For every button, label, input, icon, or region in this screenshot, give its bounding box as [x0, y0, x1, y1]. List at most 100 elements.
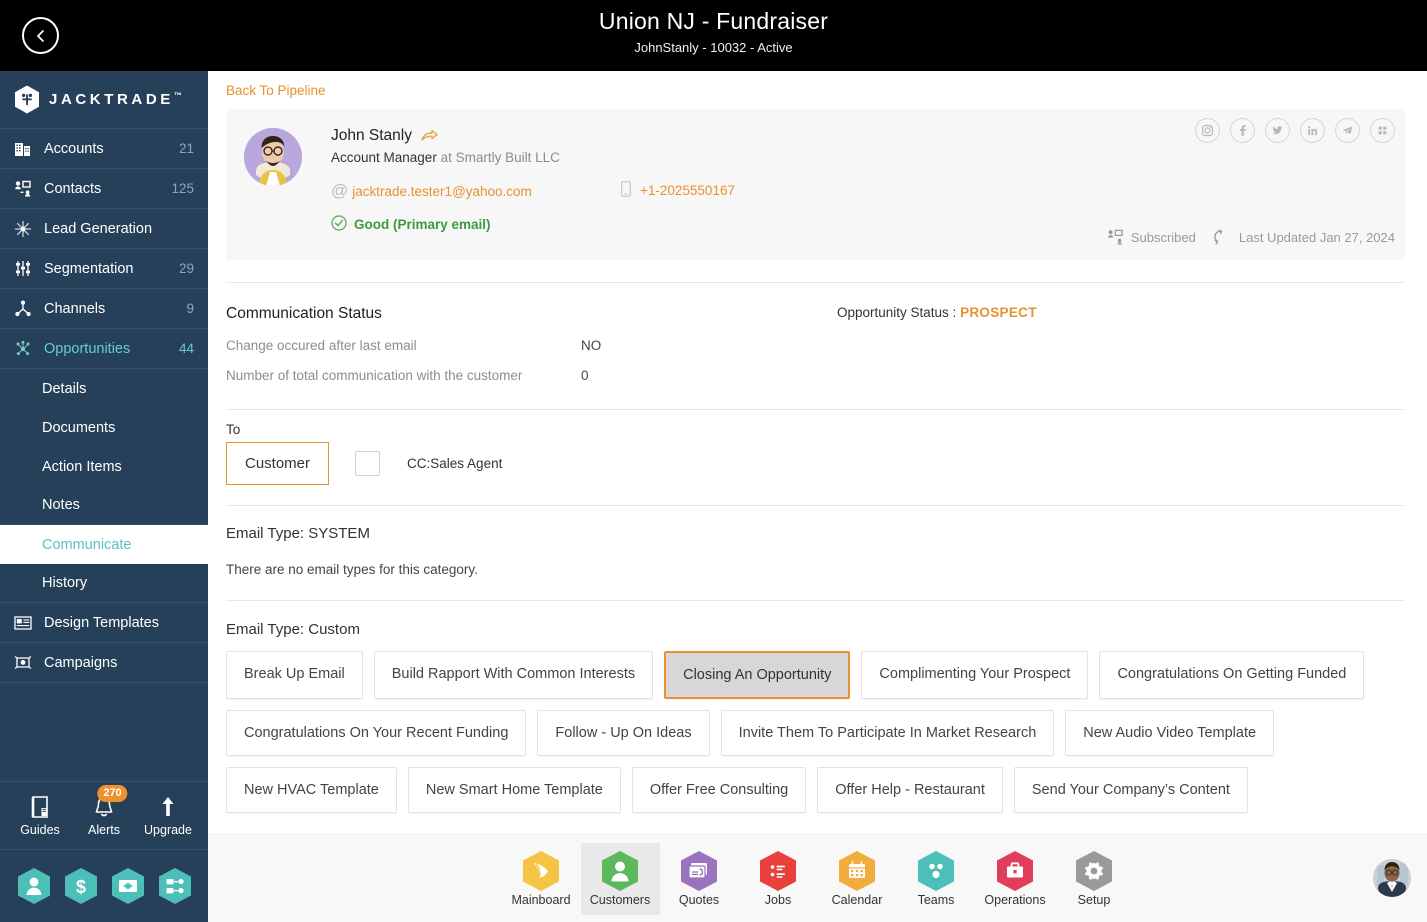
sidebar-item-campaigns[interactable]: Campaigns: [0, 643, 208, 683]
contact-email: jacktrade.tester1@yahoo.com: [352, 183, 532, 199]
facebook-icon[interactable]: [1230, 118, 1255, 143]
bottom-nav-teams[interactable]: Teams: [897, 843, 976, 915]
sidebar-subitem-history[interactable]: History: [0, 564, 208, 603]
template-button[interactable]: Invite Them To Participate In Market Res…: [720, 710, 1055, 756]
sidebar-utility-row: Guides 270 Alerts Upgrade: [0, 782, 208, 850]
cc-sales-agent-checkbox[interactable]: [355, 451, 381, 476]
sidebar-subitem-notes[interactable]: Notes: [0, 486, 208, 525]
template-button[interactable]: New Audio Video Template: [1065, 710, 1275, 756]
sidebar-subitem-label: Communicate: [42, 536, 132, 553]
template-button[interactable]: Complimenting Your Prospect: [861, 651, 1089, 699]
sidebar-subitem-label: Documents: [42, 419, 116, 436]
sidebar-item-count: 21: [178, 141, 194, 156]
template-button[interactable]: New HVAC Template: [226, 767, 397, 813]
contact-name: John Stanly: [331, 127, 412, 144]
template-button[interactable]: New Smart Home Template: [407, 767, 621, 813]
sidebar-quick-hex-row: $: [0, 850, 208, 922]
contact-avatar: [244, 128, 302, 186]
email-status-badge: Good (Primary email): [331, 215, 491, 234]
page-title: Union NJ - Fundraiser: [598, 8, 829, 34]
channels-icon: [12, 299, 34, 319]
divider-3: [226, 505, 1405, 506]
book-icon: [9, 794, 71, 820]
template-button[interactable]: Break Up Email: [226, 651, 363, 699]
dollar-hex-icon[interactable]: $: [64, 867, 98, 905]
template-button[interactable]: Offer Free Consulting: [631, 767, 807, 813]
sidebar-subitem-details[interactable]: Details: [0, 369, 208, 408]
template-button[interactable]: Congratulations On Getting Funded: [1099, 651, 1365, 699]
teams-icon: [917, 851, 955, 891]
to-row: Customer CC:Sales Agent: [226, 442, 1427, 485]
sidebar-item-lead-generation[interactable]: Lead Generation: [0, 209, 208, 249]
bottom-nav-customers[interactable]: Customers: [580, 843, 660, 915]
bottom-nav-label: Operations: [984, 893, 1046, 907]
person-hex-icon[interactable]: [17, 867, 51, 905]
linkedin-icon[interactable]: [1300, 118, 1325, 143]
divider-4: [226, 600, 1405, 601]
telegram-icon[interactable]: [1335, 118, 1360, 143]
sidebar-item-segmentation[interactable]: Segmentation 29: [0, 249, 208, 289]
instagram-icon[interactable]: [1195, 118, 1220, 143]
sidebar-item-label: Channels: [44, 300, 106, 317]
sidebar-item-contacts[interactable]: Contacts 125: [0, 169, 208, 209]
bottom-nav-operations[interactable]: Operations: [976, 843, 1055, 915]
contact-company: at Smartly Built LLC: [440, 150, 560, 165]
template-list: Break Up Email Build Rapport With Common…: [208, 651, 1427, 813]
sidebar-item-count: 9: [186, 301, 194, 316]
sidebar-item-accounts[interactable]: Accounts 21: [0, 129, 208, 169]
workflow-hex-icon[interactable]: [158, 867, 192, 905]
bottom-nav-quotes[interactable]: Quotes: [660, 843, 739, 915]
apps-grid-icon[interactable]: [1370, 118, 1395, 143]
sidebar-item-label: Accounts: [44, 140, 104, 157]
check-circle-icon: [331, 215, 347, 234]
alerts-button[interactable]: 270 Alerts: [73, 785, 135, 837]
contact-name-row: John Stanly: [331, 127, 439, 148]
upgrade-button[interactable]: Upgrade: [137, 794, 199, 837]
bottom-nav-jobs[interactable]: Jobs: [739, 843, 818, 915]
opportunities-icon: [12, 339, 34, 359]
template-button[interactable]: Offer Help - Restaurant: [817, 767, 1003, 813]
contact-email-row[interactable]: @ jacktrade.tester1@yahoo.com: [331, 181, 532, 201]
email-type-system-heading: Email Type: SYSTEM: [226, 525, 370, 542]
communication-row: Change occured after last email NO: [226, 338, 1427, 353]
back-to-pipeline-link[interactable]: Back To Pipeline: [208, 71, 1427, 106]
bottom-nav-mainboard[interactable]: Mainboard: [502, 843, 581, 915]
sidebar-item-label: Lead Generation: [44, 220, 153, 237]
opportunity-status-value: PROSPECT: [960, 305, 1037, 320]
sidebar-item-design-templates[interactable]: Design Templates: [0, 603, 208, 643]
sidebar-subitem-action-items[interactable]: Action Items: [0, 447, 208, 486]
share-arrow-icon[interactable]: [421, 129, 439, 148]
template-button[interactable]: Follow - Up On Ideas: [537, 710, 710, 756]
sidebar-subitem-documents[interactable]: Documents: [0, 408, 208, 447]
email-status-text: Good (Primary email): [354, 217, 491, 232]
payment-hex-icon[interactable]: [111, 867, 145, 905]
sidebar-item-channels[interactable]: Channels 9: [0, 289, 208, 329]
sidebar-subitem-communicate[interactable]: Communicate: [0, 525, 208, 564]
bottom-nav-label: Calendar: [831, 893, 883, 907]
campaigns-icon: [12, 653, 34, 673]
bottom-nav-label: Customers: [589, 893, 651, 907]
customer-tab[interactable]: Customer: [226, 442, 330, 485]
template-button[interactable]: Send Your Company’s Content: [1013, 767, 1248, 813]
contact-phone-row[interactable]: +1-2025550167: [621, 181, 735, 200]
template-button[interactable]: Build Rapport With Common Interests: [373, 651, 654, 699]
social-links: [1195, 118, 1395, 143]
brand-logo[interactable]: JACKTRADE™: [0, 71, 208, 129]
twitter-icon[interactable]: [1265, 118, 1290, 143]
svg-text:$: $: [75, 877, 85, 897]
bottom-nav-setup[interactable]: Setup: [1055, 843, 1134, 915]
bottom-bar: Mainboard Customers Quotes Jobs Calendar…: [208, 834, 1427, 922]
email-type-system-note: There are no email types for this catego…: [226, 562, 478, 577]
user-avatar[interactable]: [1373, 859, 1411, 897]
segmentation-icon: [12, 259, 34, 279]
sidebar-item-count: 125: [171, 181, 194, 196]
sidebar-item-opportunities[interactable]: Opportunities 44: [0, 329, 208, 369]
bottom-nav-label: Setup: [1077, 893, 1111, 907]
template-button-selected[interactable]: Closing An Opportunity: [664, 651, 851, 699]
bottom-nav-calendar[interactable]: Calendar: [818, 843, 897, 915]
sidebar-item-label: Campaigns: [44, 654, 118, 671]
bottom-nav: Mainboard Customers Quotes Jobs Calendar…: [208, 835, 1427, 922]
template-button[interactable]: Congratulations On Your Recent Funding: [226, 710, 527, 756]
communication-status-heading: Communication Status: [226, 305, 382, 322]
guides-button[interactable]: Guides: [9, 794, 71, 837]
